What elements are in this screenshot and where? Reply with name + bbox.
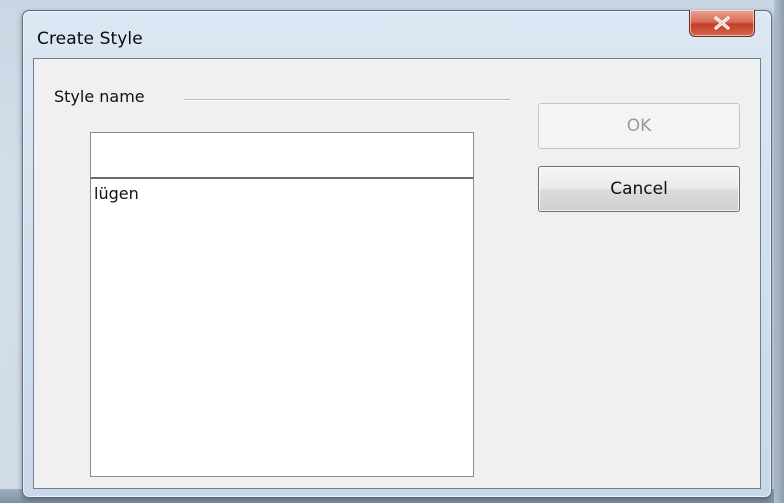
close-icon (713, 16, 731, 30)
style-name-input[interactable] (90, 132, 474, 178)
close-button[interactable] (689, 10, 755, 37)
background-window-edge (774, 0, 784, 503)
cancel-button[interactable]: Cancel (538, 166, 740, 212)
dialog-client-area: Style name lügen OK Cancel (33, 58, 761, 489)
create-style-dialog: Create Style Style name lügen OK Cancel (22, 10, 772, 498)
styles-list[interactable]: lügen (90, 177, 474, 477)
style-name-group-label: Style name (54, 87, 151, 106)
window-title: Create Style (37, 29, 143, 49)
group-box-divider (184, 99, 510, 101)
ok-button[interactable]: OK (538, 103, 740, 149)
title-bar[interactable]: Create Style (23, 10, 771, 61)
list-item[interactable]: lügen (91, 179, 473, 203)
